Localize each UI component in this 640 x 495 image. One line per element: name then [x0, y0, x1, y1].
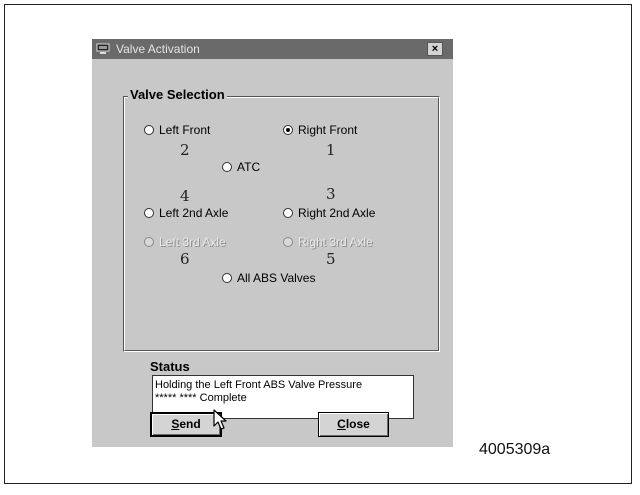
close-button[interactable]: Close [318, 412, 389, 437]
valve-number: 1 [326, 141, 336, 159]
radio-label: Left 2nd Axle [159, 206, 229, 220]
radio-right-front[interactable]: Right Front [283, 123, 357, 137]
radio-left-2nd-axle[interactable]: Left 2nd Axle [144, 206, 228, 220]
radio-label: ATC [237, 160, 261, 174]
radio-label: Left Front [159, 123, 211, 137]
valve-number: 6 [180, 250, 190, 268]
close-label: lose [345, 417, 370, 431]
close-window-button[interactable]: × [427, 42, 443, 56]
radio-label: All ABS Valves [237, 271, 316, 285]
valve-number: 5 [326, 250, 336, 268]
radio-label: Left 3rd Axle [159, 235, 226, 249]
radio-dot-selected [283, 125, 293, 135]
status-label: Status [150, 359, 190, 374]
radio-dot-disabled [283, 237, 293, 247]
radio-dot [144, 208, 154, 218]
radio-label: Right 3rd Axle [298, 235, 373, 249]
radio-left-front[interactable]: Left Front [144, 123, 210, 137]
radio-left-3rd-axle: Left 3rd Axle [144, 235, 226, 249]
valve-activation-dialog: Valve Activation × Valve Selection Left … [92, 39, 453, 447]
radio-right-3rd-axle: Right 3rd Axle [283, 235, 373, 249]
radio-label: Right 2nd Axle [298, 206, 376, 220]
radio-all-abs-valves[interactable]: All ABS Valves [222, 271, 315, 285]
radio-label: Right Front [298, 123, 358, 137]
title-bar[interactable]: Valve Activation × [92, 39, 453, 59]
radio-dot [222, 162, 232, 172]
radio-dot-disabled [144, 237, 154, 247]
valve-number: 3 [326, 185, 336, 203]
radio-dot [222, 273, 232, 283]
status-line: Holding the Left Front ABS Valve Pressur… [155, 379, 363, 391]
radio-dot [144, 125, 154, 135]
close-accelerator: C [337, 417, 346, 431]
send-button[interactable]: Send [150, 412, 222, 437]
window-title: Valve Activation [116, 42, 200, 56]
radio-atc[interactable]: ATC [222, 160, 260, 174]
status-line: ***** **** Complete [155, 392, 247, 404]
valve-number: 2 [180, 141, 190, 159]
figure-id: 4005309a [479, 441, 551, 458]
radio-right-2nd-axle[interactable]: Right 2nd Axle [283, 206, 375, 220]
radio-dot [283, 208, 293, 218]
valve-number: 4 [180, 187, 190, 205]
mouse-cursor-icon [213, 409, 227, 430]
valve-selection-legend: Valve Selection [128, 87, 227, 102]
monitor-icon [96, 43, 110, 54]
send-label: end [179, 417, 201, 431]
